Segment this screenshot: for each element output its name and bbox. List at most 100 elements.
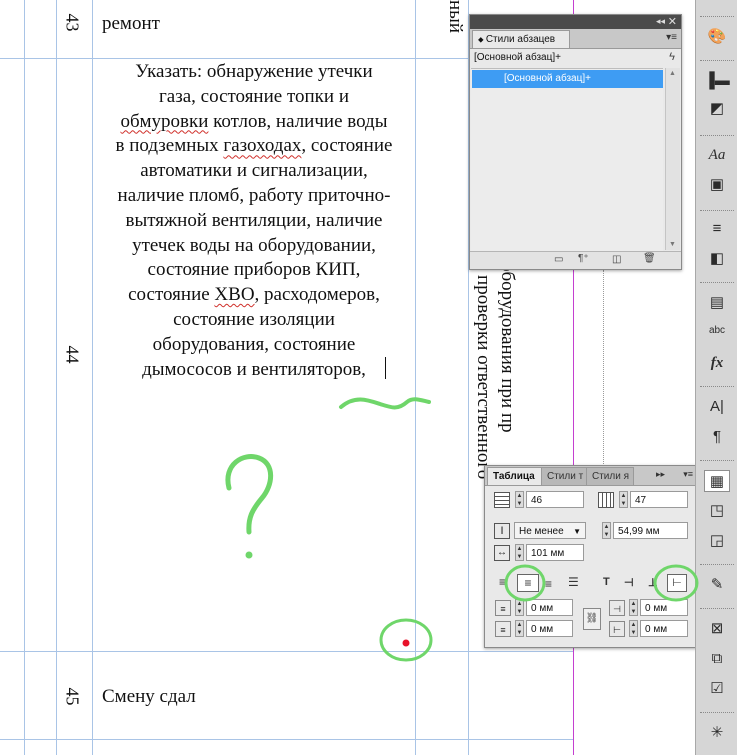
panel-tabstrip: ⬥ Стили абзацев ▾≡ — [470, 29, 681, 49]
style-list[interactable]: [Основной абзац]+ — [471, 68, 663, 251]
effects-icon[interactable]: fx — [704, 352, 730, 374]
character-styles-icon[interactable]: Aa — [704, 144, 730, 166]
new-style-icon[interactable]: ◫ — [612, 254, 621, 265]
cell-text[interactable]: Смену сдал — [102, 686, 196, 708]
column-width-field[interactable]: 101 мм — [526, 544, 584, 561]
cell-text[interactable]: ремонт — [102, 13, 160, 35]
text-cursor — [385, 357, 386, 379]
clear-overrides-icon[interactable]: ¶⁺ — [578, 253, 589, 264]
tab-paragraph-styles[interactable]: ⬥ Стили абзацев — [472, 30, 570, 48]
table-panel[interactable]: Таблица Стили т Стили я ▸▸ ▾≡ ▲ ▼ 46 ▲ ▼ 4… — [484, 465, 697, 648]
links-icon[interactable]: ⊠ — [704, 618, 730, 640]
delete-icon[interactable]: 🗑 — [643, 253, 656, 264]
column-width-stepper[interactable]: ▲ ▼ — [515, 544, 524, 561]
close-icon[interactable]: ✕ — [668, 15, 677, 28]
toolbar-separator — [700, 386, 734, 387]
align-bottom-icon[interactable]: ≡ — [545, 577, 552, 591]
expand-icon[interactable]: ▸▸ — [656, 469, 665, 480]
folder-icon[interactable]: ▭ — [554, 254, 563, 265]
pages-icon[interactable]: ⧉ — [704, 648, 730, 670]
scroll-up-icon[interactable]: ▲ — [669, 70, 676, 77]
panel-tabstrip: Таблица Стили т Стили я ▸▸ ▾≡ — [485, 466, 696, 486]
align-top-icon[interactable]: ≡ — [499, 575, 506, 589]
inset-top-field[interactable]: 0 мм — [526, 599, 573, 616]
text-line: газа, состояние топки и — [93, 85, 415, 110]
table-column-divider — [415, 0, 416, 755]
stroke-icon[interactable]: ≡ — [704, 218, 730, 240]
align-icon[interactable]: ▐▬ — [704, 70, 730, 92]
rows-field[interactable]: 46 — [526, 491, 584, 508]
panel-footer: ▭ ¶⁺ ◫ 🗑 — [470, 251, 681, 269]
paragraph-icon[interactable]: ¶ — [704, 426, 730, 448]
checklist-icon[interactable]: ☑ — [704, 678, 730, 700]
toolbar-separator — [700, 712, 734, 713]
rotate-text-270-icon[interactable]: ⊢ — [667, 574, 687, 592]
inset-bottom-stepper[interactable]: ▲ ▼ — [515, 620, 524, 637]
columns-stepper[interactable]: ▲ ▼ — [619, 491, 628, 508]
table-icon[interactable]: ▦ — [704, 470, 730, 492]
rows-stepper[interactable]: ▲ ▼ — [515, 491, 524, 508]
toolbar-separator — [700, 60, 734, 61]
text-line: состояние ХВО, расходомеров, — [93, 283, 415, 308]
text-wrap-icon[interactable]: ▣ — [704, 174, 730, 196]
paragraph-styles-panel[interactable]: ◂◂ ✕ ⬥ Стили абзацев ▾≡ [Основной абзац]… — [469, 14, 682, 270]
inset-bottom-icon: ≡ — [495, 621, 511, 637]
story-icon[interactable]: ▤ — [704, 292, 730, 314]
text-run: котлов, наличие воды — [208, 110, 388, 132]
rows-icon — [494, 492, 510, 508]
text-run: состояние — [128, 284, 215, 306]
object-styles-icon[interactable]: ✎ — [704, 574, 730, 596]
row-height-mode-select[interactable]: Не менее ▼ — [514, 522, 586, 539]
inset-left-stepper[interactable]: ▲ ▼ — [629, 599, 638, 616]
text-line: состояние изоляции — [93, 308, 415, 333]
text-run: состояние приборов КИП, — [147, 259, 361, 281]
collapse-icon[interactable]: ◂◂ — [656, 16, 665, 27]
text-run: наличие пломб, работу приточно- — [117, 184, 391, 206]
inset-right-stepper[interactable]: ▲ ▼ — [629, 620, 638, 637]
text-line: в подземных газоходах, состояние — [93, 134, 415, 159]
panel-menu-icon[interactable]: ▾≡ — [683, 469, 693, 480]
inset-left-field[interactable]: 0 мм — [640, 599, 688, 616]
text-run: газа, состояние топки и — [159, 85, 349, 107]
toolbar-separator — [700, 210, 734, 211]
panels-toolbar: 🎨 ▐▬ ◩ Aa ▣ ≡ ◧ ▤ abc fx A| ¶ ▦ ◳ ◲ ✎ ⊠ … — [695, 0, 737, 755]
text-run: Указать: обнаружение утечки — [135, 61, 373, 82]
gradient-icon[interactable]: ◧ — [704, 248, 730, 270]
inset-right-field[interactable]: 0 мм — [640, 620, 688, 637]
cell-styles-icon[interactable]: ◲ — [704, 530, 730, 552]
text-line: наличие пломб, работу приточно- — [93, 184, 415, 209]
table-styles-icon[interactable]: ◳ — [704, 500, 730, 522]
columns-field[interactable]: 47 — [630, 491, 688, 508]
rotate-text-90-icon[interactable]: ⊣ — [624, 576, 634, 589]
rotate-text-0-icon[interactable]: T — [603, 576, 610, 588]
cell-text-block[interactable]: Указать: обнаружение утечки газа, состоян… — [93, 60, 415, 382]
current-style-label: [Основной абзац]+ — [474, 52, 561, 63]
lightning-icon[interactable]: ϟ — [669, 51, 675, 63]
row-height-value-field[interactable]: 54,99 мм — [613, 522, 688, 539]
inset-bottom-field[interactable]: 0 мм — [526, 620, 573, 637]
table-row[interactable]: 43 ремонт — [0, 0, 415, 58]
panel-titlebar[interactable]: ◂◂ ✕ — [470, 15, 681, 29]
inset-top-stepper[interactable]: ▲ ▼ — [515, 599, 524, 616]
scrollbar[interactable]: ▲ ▼ — [665, 68, 680, 250]
justify-vertical-icon[interactable]: ☰ — [568, 575, 579, 589]
align-center-icon[interactable]: ≡ — [517, 574, 539, 592]
inset-left-icon: ⊣ — [609, 600, 625, 616]
tab-table-styles[interactable]: Стили т — [541, 467, 587, 485]
swatches-icon[interactable]: 🎨 — [704, 26, 730, 48]
tab-table[interactable]: Таблица — [487, 467, 543, 485]
row-height-value-stepper[interactable]: ▲ ▼ — [602, 522, 611, 539]
text-line: утечек воды на оборудовании, — [93, 234, 415, 259]
style-list-item-selected[interactable]: [Основной абзац]+ — [472, 70, 663, 88]
row-height-icon: I — [494, 523, 510, 539]
rotate-text-180-icon[interactable]: ⊥ — [648, 576, 658, 589]
scroll-down-icon[interactable]: ▼ — [669, 241, 676, 248]
tab-cell-styles[interactable]: Стили я — [586, 467, 634, 485]
character-icon[interactable]: A| — [704, 396, 730, 418]
pathfinder-icon[interactable]: ◩ — [704, 98, 730, 120]
link-insets-icon[interactable]: ⛓ — [583, 608, 601, 630]
misspelled-word: ХВО — [214, 284, 255, 306]
table-row[interactable]: 45 Смену сдал — [0, 652, 415, 739]
spellcheck-icon[interactable]: abc — [704, 320, 730, 342]
panel-menu-icon[interactable]: ▾≡ — [666, 32, 677, 43]
